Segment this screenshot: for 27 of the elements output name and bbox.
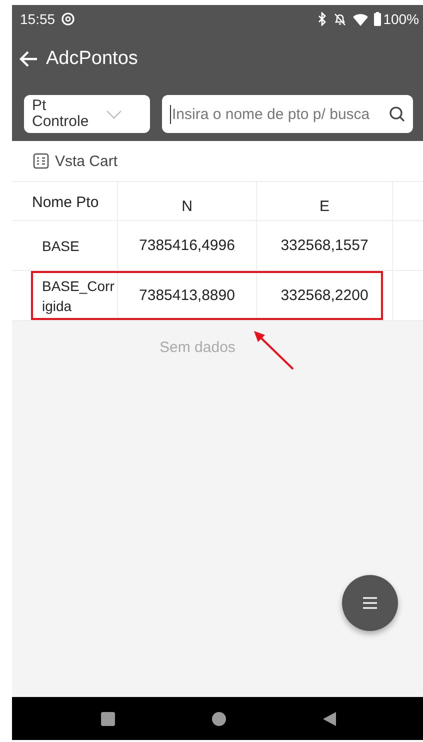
- search-icon: [389, 106, 405, 122]
- type-dropdown[interactable]: Pt Controle: [24, 95, 150, 133]
- search-field[interactable]: Insira o nome de pto p/ busca: [162, 95, 413, 133]
- battery-icon: [374, 12, 382, 26]
- list-view-icon: [33, 153, 49, 169]
- menu-icon: [362, 596, 378, 610]
- back-arrow-icon[interactable]: [18, 50, 38, 68]
- menu-button[interactable]: [342, 575, 398, 631]
- column-header: E: [257, 182, 393, 220]
- map-view-toggle[interactable]: Vsta Cart: [12, 141, 423, 181]
- battery-level: 100%: [383, 11, 419, 27]
- back-button[interactable]: [322, 710, 336, 726]
- annotation-arrow: [252, 329, 296, 371]
- home-button[interactable]: [210, 710, 226, 726]
- chevron-down-icon: [106, 110, 122, 118]
- bluetooth-icon: [317, 12, 328, 26]
- column-header: N: [118, 182, 257, 220]
- column-header: Nome Pto: [12, 182, 118, 220]
- empty-message: Sem dados: [160, 339, 236, 356]
- page-title: AdcPontos: [46, 48, 138, 70]
- recents-button[interactable]: [100, 710, 116, 726]
- clock: 15:55: [20, 11, 56, 27]
- wifi-icon: [353, 12, 368, 26]
- table-cell: BASE: [12, 221, 118, 270]
- bell-off-icon: [333, 12, 348, 26]
- table-cell: 332568,1557: [257, 221, 393, 270]
- table-cell: 7385416,4996: [118, 221, 257, 270]
